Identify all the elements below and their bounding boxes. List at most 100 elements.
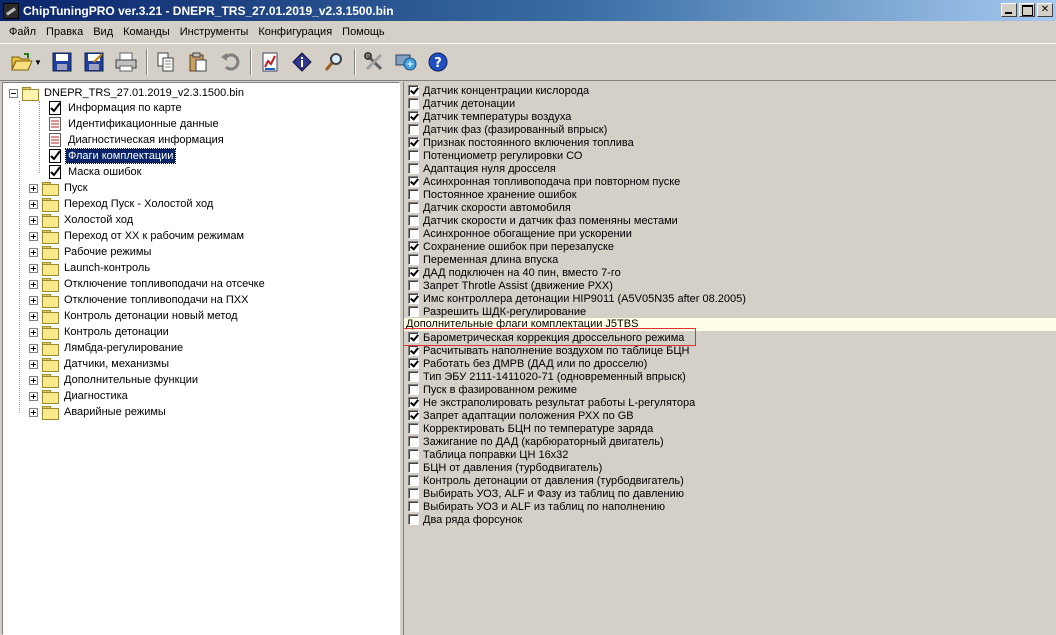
flag-checkbox-row[interactable]: Таблица поправки ЦН 16x32 [408,448,568,461]
checkbox-checked[interactable] [408,176,419,187]
info-icon[interactable] [288,47,316,77]
checkbox-checked[interactable] [408,358,419,369]
checkbox-unchecked[interactable] [408,514,419,525]
app-icon[interactable] [3,2,19,19]
menu-tools[interactable]: Инструменты [175,26,254,38]
flag-checkbox-row[interactable]: Зажигание по ДАД (карбюраторный двигател… [408,435,664,448]
checkbox-checked[interactable] [408,267,419,278]
save-as-icon[interactable] [80,47,108,77]
flag-checkbox-row[interactable]: Два ряда форсунок [408,513,522,526]
tree-folder-item[interactable]: Аварийные режимы [29,404,168,420]
expand-icon[interactable] [29,359,38,369]
checkbox-unchecked[interactable] [408,371,419,382]
flag-checkbox-row[interactable]: Пуск в фазированном режиме [408,383,577,396]
checkbox-checked[interactable] [408,293,419,304]
help-icon[interactable]: ? [424,47,452,77]
checkbox-unchecked[interactable] [408,475,419,486]
flag-checkbox-row[interactable]: Запрет адаптации положения РХХ по GB [408,409,634,422]
flag-checkbox-row[interactable]: БЦН от давления (турбодвигатель) [408,461,602,474]
expand-icon[interactable] [29,375,38,385]
expand-icon[interactable] [29,231,38,241]
tools-icon[interactable] [360,47,388,77]
flag-checkbox-row[interactable]: Адаптация нуля дросселя [408,162,556,175]
paste-icon[interactable] [184,47,212,77]
expand-icon[interactable] [29,215,38,225]
flag-checkbox-row[interactable]: Постоянное хранение ошибок [408,188,577,201]
flag-checkbox-row[interactable]: Запрет Throtle Assist (движение РХХ) [408,279,613,292]
checkbox-unchecked[interactable] [408,462,419,473]
checkbox-unchecked[interactable] [408,98,419,109]
checkbox-unchecked[interactable] [408,306,419,317]
flag-checkbox-row[interactable]: Датчик температуры воздуха [408,110,571,123]
checkbox-unchecked[interactable] [408,215,419,226]
expand-icon[interactable] [29,407,38,417]
flag-checkbox-row[interactable]: Датчик детонации [408,97,515,110]
checkbox-unchecked[interactable] [408,254,419,265]
flag-checkbox-row[interactable]: Асинхронное обогащение при ускорении [408,227,632,240]
expand-icon[interactable] [29,295,38,305]
tree-folder-item[interactable]: Отключение топливоподачи на ПХХ [29,292,250,308]
checkbox-unchecked[interactable] [408,488,419,499]
flag-checkbox-row[interactable]: Датчик скорости и датчик фаз поменяны ме… [408,214,678,227]
checkbox-checked[interactable] [408,410,419,421]
menu-help[interactable]: Помощь [337,26,390,38]
tree-folder-item[interactable]: Пуск [29,180,90,196]
flag-checkbox-row[interactable]: Переменная длина впуска [408,253,558,266]
checkbox-checked[interactable] [408,111,419,122]
print-icon[interactable] [112,47,140,77]
report-icon[interactable] [256,47,284,77]
update-icon[interactable] [392,47,420,77]
flag-checkbox-row[interactable]: Признак постоянного включения топлива [408,136,634,149]
flag-checkbox-row[interactable]: Асинхронная топливоподача при повторном … [408,175,680,188]
checkbox-unchecked[interactable] [408,202,419,213]
tree-folder-item[interactable]: Launch-контроль [29,260,152,276]
flag-checkbox-row[interactable]: Имс контроллера детонации HIP9011 (A5V05… [408,292,746,305]
flag-checkbox-row[interactable]: Выбирать УОЗ и ALF из таблиц по наполнен… [408,500,665,513]
flag-checkbox-row[interactable]: Датчик фаз (фазированный впрыск) [408,123,607,136]
flag-checkbox-row[interactable]: Не экстраполировать результат работы L-р… [408,396,695,409]
flag-checkbox-row[interactable]: Выбирать УОЗ, ALF и Фазу из таблиц по да… [408,487,684,500]
expand-icon[interactable] [29,263,38,273]
flag-checkbox-row[interactable]: Датчик скорости автомобиля [408,201,571,214]
tree-folder-item[interactable]: Холостой ход [29,212,135,228]
checkbox-unchecked[interactable] [408,189,419,200]
tree-folder-item[interactable]: Диагностика [29,388,130,404]
expand-icon[interactable] [29,327,38,337]
collapse-icon[interactable] [9,88,18,98]
checkbox-unchecked[interactable] [408,163,419,174]
flag-checkbox-row[interactable]: Корректировать БЦН по температуре заряда [408,422,653,435]
menu-edit[interactable]: Правка [41,26,88,38]
checkbox-unchecked[interactable] [408,449,419,460]
checkbox-unchecked[interactable] [408,436,419,447]
tree-folder-item[interactable]: Лямбда-регулирование [29,340,185,356]
checkbox-unchecked[interactable] [408,423,419,434]
flag-checkbox-row[interactable]: Потенциометр регулировки СО [408,149,582,162]
expand-icon[interactable] [29,183,38,193]
search-icon[interactable] [320,47,348,77]
flag-checkbox-row[interactable]: ДАД подключен на 40 пин, вместо 7-го [408,266,621,279]
menu-configuration[interactable]: Конфигурация [253,26,337,38]
flag-checkbox-row[interactable]: Контроль детонации от давления (турбодви… [408,474,684,487]
checkbox-checked[interactable] [408,85,419,96]
copy-icon[interactable] [152,47,180,77]
undo-icon[interactable] [216,47,244,77]
menu-view[interactable]: Вид [88,26,118,38]
tree-item-error-mask[interactable]: Маска ошибок [47,164,143,180]
expand-icon[interactable] [29,343,38,353]
expand-icon[interactable] [29,199,38,209]
tree-item-diagnostic-info[interactable]: Диагностическая информация [47,132,226,148]
maximize-button[interactable] [1019,3,1035,17]
checkbox-checked[interactable] [408,137,419,148]
expand-icon[interactable] [29,391,38,401]
menu-commands[interactable]: Команды [118,26,175,38]
open-dropdown-icon[interactable]: ▼ [34,58,42,67]
tree-folder-item[interactable]: Рабочие режимы [29,244,153,260]
tree-folder-item[interactable]: Дополнительные функции [29,372,200,388]
tree-folder-item[interactable]: Отключение топливоподачи на отсечке [29,276,267,292]
tree-root[interactable]: DNEPR_TRS_27.01.2019_v2.3.1500.bin [9,85,246,101]
expand-icon[interactable] [29,311,38,321]
checkbox-unchecked[interactable] [408,150,419,161]
checkbox-unchecked[interactable] [408,228,419,239]
tree-folder-item[interactable]: Контроль детонации [29,324,171,340]
flag-checkbox-row[interactable]: Сохранение ошибок при перезапуске [408,240,614,253]
